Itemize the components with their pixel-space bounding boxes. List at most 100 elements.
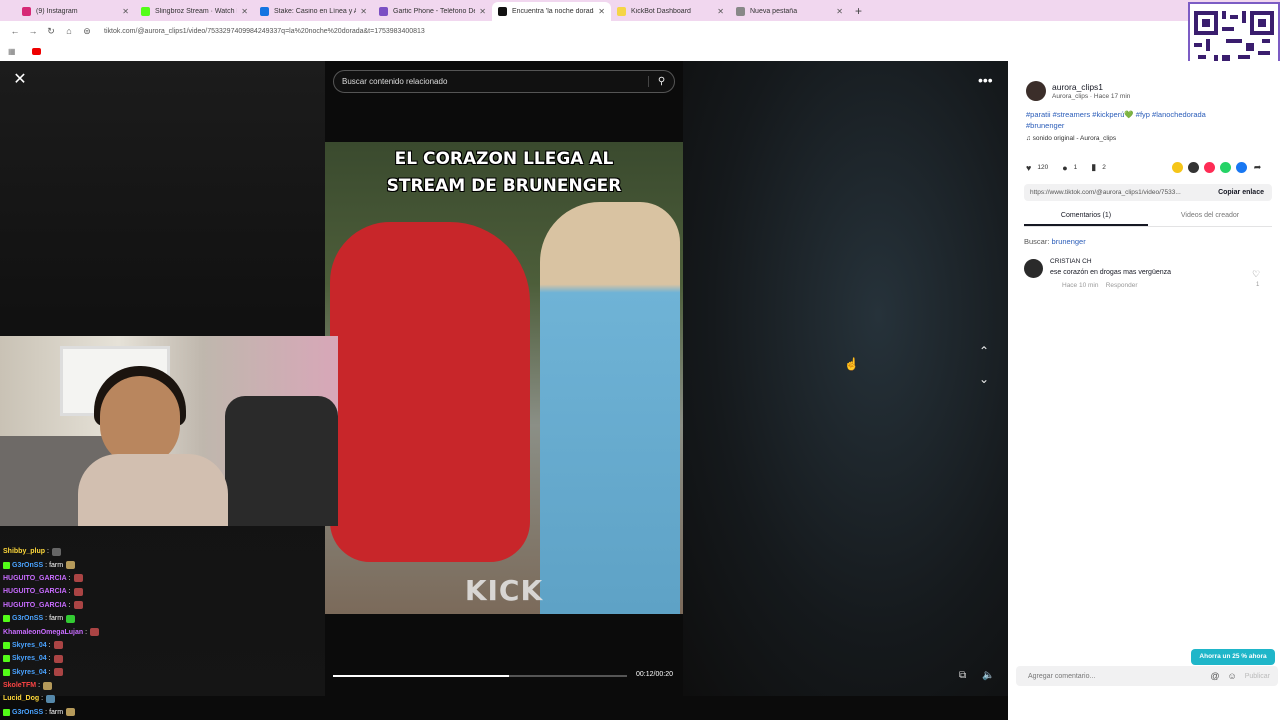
facebook-icon[interactable] <box>1236 162 1247 173</box>
promo-button[interactable]: Ahorra un 25 % ahora <box>1191 649 1275 665</box>
embed-icon[interactable] <box>1188 162 1199 173</box>
apps-grid-icon[interactable]: ▦ <box>8 47 16 56</box>
back-icon[interactable]: ← <box>6 26 24 36</box>
chat-username[interactable]: Skyres_04 <box>12 669 47 676</box>
chat-badge-icon <box>3 561 10 569</box>
close-icon[interactable]: ✕ <box>10 70 30 90</box>
chat-message: G3rOnSS: farm <box>3 706 323 719</box>
comment-input[interactable]: Agregar comentario... <box>1028 673 1210 680</box>
video-link-box: https://www.tiktok.com/@aurora_clips1/vi… <box>1024 184 1272 201</box>
chat-username[interactable]: Skyres_04 <box>12 655 47 662</box>
avatar[interactable] <box>1026 81 1046 101</box>
search-suggestion[interactable]: Buscar: brunenger <box>1024 237 1086 246</box>
chat-username[interactable]: Lucid_Dog <box>3 695 39 702</box>
emoji-icon[interactable]: ☺ <box>1228 671 1237 681</box>
publish-button[interactable]: Publicar <box>1245 673 1270 680</box>
tab-close-icon[interactable]: ✕ <box>241 7 248 16</box>
mention-icon[interactable]: @ <box>1210 671 1219 681</box>
comment-avatar[interactable] <box>1024 259 1043 278</box>
blurred-background-right <box>683 61 1008 696</box>
bookmark-icon[interactable]: ▮ <box>1091 162 1096 173</box>
coin-icon[interactable] <box>1172 162 1183 173</box>
tab-favicon-icon <box>141 7 150 16</box>
new-tab-button[interactable]: + <box>855 2 862 21</box>
pip-icon[interactable]: ⧉ <box>959 670 966 681</box>
chat-username[interactable]: Shibby_plup <box>3 548 45 555</box>
chat-username[interactable]: HUGUITO_GARCIA <box>3 602 67 609</box>
tab-close-icon[interactable]: ✕ <box>479 7 486 16</box>
video-frame[interactable]: EL CORAZON LLEGA AL STREAM DE BRUNENGER … <box>325 142 683 614</box>
youtube-bookmark-icon[interactable] <box>31 47 41 55</box>
send-icon[interactable] <box>1204 162 1215 173</box>
url-text[interactable]: tiktok.com/@aurora_clips1/video/75332974… <box>104 28 425 35</box>
browser-tab[interactable]: Encuentra 'la noche dorada' ✕ <box>492 2 611 21</box>
browser-tab[interactable]: Stake: Casino en Línea y Apuest✕ <box>254 2 373 21</box>
chat-emote-icon <box>46 694 56 703</box>
chat-username[interactable]: G3rOnSS <box>12 709 43 716</box>
save-count: 2 <box>1102 164 1106 171</box>
site-info-icon[interactable]: ⊜ <box>78 26 96 37</box>
chat-username[interactable]: Skyres_04 <box>12 642 47 649</box>
chat-username[interactable]: KhamaleonOmegaLujan <box>3 629 83 636</box>
person-figure <box>540 202 680 614</box>
user-meta: Aurora_clips · Hace 17 min <box>1052 93 1131 100</box>
tab-close-icon[interactable]: ✕ <box>598 7 605 16</box>
video-description[interactable]: #paratii #streamers #kickperú💚 #fyp #lan… <box>1026 109 1246 131</box>
more-options-icon[interactable]: ••• <box>978 72 993 88</box>
comment-author[interactable]: CRISTIAN CH <box>1050 258 1092 265</box>
tab-creator-videos[interactable]: Videos del creador <box>1148 209 1272 226</box>
chat-separator: : <box>48 668 51 676</box>
username[interactable]: aurora_clips1 <box>1052 82 1103 92</box>
comment-icon[interactable]: ● <box>1062 163 1067 173</box>
tab-close-icon[interactable]: ✕ <box>717 7 724 16</box>
browser-tab[interactable]: Nueva pestaña ✕ <box>730 2 849 21</box>
chat-emote-icon <box>66 614 76 623</box>
search-icon[interactable]: ⚲ <box>648 76 674 87</box>
volume-icon[interactable]: 🔈 <box>982 670 994 681</box>
chat-username[interactable]: G3rOnSS <box>12 562 43 569</box>
chat-badge-icon <box>3 655 10 663</box>
comment-like-icon[interactable]: ♡ <box>1252 269 1260 280</box>
chevron-down-icon[interactable]: ⌄ <box>979 372 989 386</box>
chat-badge-icon <box>3 668 10 676</box>
search-suggestion-keyword[interactable]: brunenger <box>1052 237 1086 246</box>
chat-username[interactable]: G3rOnSS <box>12 615 43 622</box>
whatsapp-icon[interactable] <box>1220 162 1231 173</box>
home-icon[interactable]: ⌂ <box>60 26 78 36</box>
browser-tab[interactable]: (9) Instagram ✕ <box>16 2 135 21</box>
video-link[interactable]: https://www.tiktok.com/@aurora_clips1/vi… <box>1030 189 1210 196</box>
chat-text: farm <box>49 615 64 623</box>
chat-badge-icon <box>3 615 10 623</box>
chat-message: HUGUITO_GARCIA: <box>3 585 323 598</box>
tab-close-icon[interactable]: ✕ <box>836 7 843 16</box>
share-arrow-icon[interactable]: ➦ <box>1252 162 1263 173</box>
chat-emote-icon <box>53 668 63 677</box>
reply-link[interactable]: Responder <box>1106 282 1138 289</box>
heart-icon[interactable]: ♥ <box>1026 163 1031 173</box>
video-progress-bar[interactable] <box>333 675 627 677</box>
forward-icon[interactable]: → <box>24 26 42 36</box>
tab-label: KickBot Dashboard <box>631 8 691 15</box>
chevron-up-icon[interactable]: ⌃ <box>979 344 989 358</box>
chat-emote-icon <box>73 587 83 596</box>
chat-emote-icon <box>73 574 83 583</box>
chat-username[interactable]: HUGUITO_GARCIA <box>3 575 67 582</box>
caption-line-1: EL CORAZON LLEGA AL <box>394 149 614 169</box>
browser-tab[interactable]: Gartic Phone - Teléfono Desco ✕ <box>373 2 492 21</box>
tab-close-icon[interactable]: ✕ <box>360 7 367 16</box>
browser-tab[interactable]: Slingbroz Stream · Watch Live o ✕ <box>135 2 254 21</box>
reload-icon[interactable]: ↻ <box>42 26 60 37</box>
chat-username[interactable]: HUGUITO_GARCIA <box>3 588 67 595</box>
streamer-webcam <box>0 336 338 526</box>
chat-badge-icon <box>3 641 10 649</box>
browser-tab[interactable]: KickBot Dashboard ✕ <box>611 2 730 21</box>
sound-link[interactable]: ♫ sonido original - Aurora_clips <box>1026 135 1116 142</box>
chat-separator: : <box>68 574 71 582</box>
related-search-input[interactable]: Buscar contenido relacionado ⚲ <box>333 70 675 93</box>
copy-link-button[interactable]: Copiar enlace <box>1210 189 1272 196</box>
comment-tabs: Comentarios (1) Videos del creador <box>1024 209 1272 227</box>
tab-close-icon[interactable]: ✕ <box>122 7 129 16</box>
chat-username[interactable]: SkoleTFM <box>3 682 36 689</box>
tab-comments[interactable]: Comentarios (1) <box>1024 209 1148 226</box>
share-icons: ➦ <box>1172 162 1268 173</box>
